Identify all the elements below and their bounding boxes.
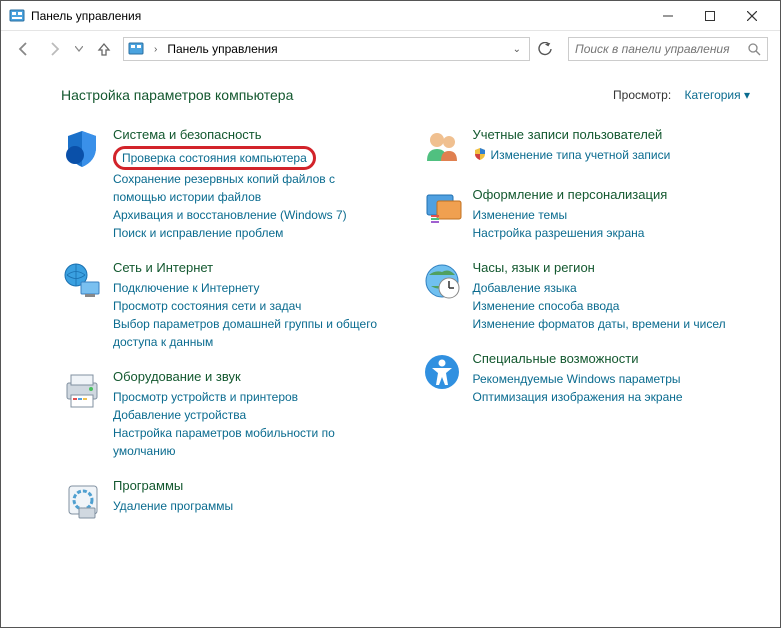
category-link[interactable]: Настройка параметров мобильности по умол…	[113, 424, 391, 460]
category-title[interactable]: Часы, язык и регион	[473, 260, 751, 277]
forward-button[interactable]	[43, 38, 65, 60]
category-link[interactable]: Просмотр состояния сети и задач	[113, 297, 391, 315]
category-link[interactable]: Добавление устройства	[113, 406, 391, 424]
viewby: Просмотр: Категория ▾	[613, 88, 750, 102]
page-title: Настройка параметров компьютера	[61, 87, 293, 103]
chevron-right-icon[interactable]: ›	[150, 44, 161, 55]
search-input[interactable]	[575, 42, 747, 56]
control-panel-icon	[9, 8, 25, 24]
minimize-button[interactable]	[658, 6, 678, 26]
printer-icon	[61, 369, 103, 411]
chevron-down-icon: ▾	[744, 88, 750, 102]
search-icon[interactable]	[747, 42, 761, 56]
highlight-border: Проверка состояния компьютера	[113, 146, 316, 170]
appearance-icon	[421, 187, 463, 229]
category-link[interactable]: Проверка состояния компьютера	[122, 149, 307, 167]
programs-icon	[61, 478, 103, 520]
category-link[interactable]: Добавление языка	[473, 279, 751, 297]
category-title[interactable]: Программы	[113, 478, 391, 495]
category-title[interactable]: Сеть и Интернет	[113, 260, 391, 277]
category-title[interactable]: Оборудование и звук	[113, 369, 391, 386]
category-link[interactable]: Изменение темы	[473, 206, 751, 224]
category-ease: Специальные возможности Рекомендуемые Wi…	[421, 351, 751, 406]
chevron-down-icon[interactable]: ⌄	[509, 44, 525, 55]
category-link[interactable]: Сохранение резервных копий файлов с помо…	[113, 170, 391, 206]
globe-network-icon	[61, 260, 103, 302]
maximize-button[interactable]	[700, 6, 720, 26]
recent-dropdown[interactable]	[73, 38, 85, 60]
viewby-dropdown[interactable]: Категория ▾	[685, 88, 750, 102]
category-system: Система и безопасность Проверка состояни…	[61, 127, 391, 242]
category-link[interactable]: Удаление программы	[113, 497, 391, 515]
category-link[interactable]: Подключение к Интернету	[113, 279, 391, 297]
shield-icon	[61, 127, 103, 169]
category-title[interactable]: Система и безопасность	[113, 127, 391, 144]
category-clock: Часы, язык и регион Добавление языка Изм…	[421, 260, 751, 333]
category-link[interactable]: Настройка разрешения экрана	[473, 224, 751, 242]
navbar: › Панель управления ⌄	[1, 31, 780, 67]
up-button[interactable]	[93, 38, 115, 60]
category-appearance: Оформление и персонализация Изменение те…	[421, 187, 751, 242]
titlebar: Панель управления	[1, 1, 780, 31]
category-hardware: Оборудование и звук Просмотр устройств и…	[61, 369, 391, 460]
category-programs: Программы Удаление программы	[61, 478, 391, 520]
category-link[interactable]: Выбор параметров домашней группы и общег…	[113, 315, 391, 351]
category-link[interactable]: Изменение типа учетной записи	[473, 146, 751, 164]
viewby-label: Просмотр:	[613, 88, 671, 102]
breadcrumb[interactable]: Панель управления	[167, 42, 502, 56]
back-button[interactable]	[13, 38, 35, 60]
uac-shield-icon	[473, 147, 487, 161]
category-link[interactable]: Оптимизация изображения на экране	[473, 388, 751, 406]
category-accounts: Учетные записи пользователей Изменение т…	[421, 127, 751, 169]
category-link[interactable]: Просмотр устройств и принтеров	[113, 388, 391, 406]
window-title: Панель управления	[31, 9, 658, 23]
control-panel-window: Панель управления	[0, 0, 781, 628]
clock-globe-icon	[421, 260, 463, 302]
category-title[interactable]: Оформление и персонализация	[473, 187, 751, 204]
content-area: Настройка параметров компьютера Просмотр…	[1, 67, 780, 558]
search-box[interactable]	[568, 37, 768, 61]
category-network: Сеть и Интернет Подключение к Интернету …	[61, 260, 391, 351]
category-link[interactable]: Изменение способа ввода	[473, 297, 751, 315]
category-link[interactable]: Поиск и исправление проблем	[113, 224, 391, 242]
category-title[interactable]: Учетные записи пользователей	[473, 127, 751, 144]
address-bar[interactable]: › Панель управления ⌄	[123, 37, 530, 61]
category-title[interactable]: Специальные возможности	[473, 351, 751, 368]
refresh-button[interactable]	[538, 42, 560, 56]
close-button[interactable]	[742, 6, 762, 26]
users-icon	[421, 127, 463, 169]
ease-of-access-icon	[421, 351, 463, 393]
category-link[interactable]: Архивация и восстановление (Windows 7)	[113, 206, 391, 224]
control-panel-icon	[128, 41, 144, 57]
category-link[interactable]: Изменение форматов даты, времени и чисел	[473, 315, 751, 333]
category-link[interactable]: Рекомендуемые Windows параметры	[473, 370, 751, 388]
